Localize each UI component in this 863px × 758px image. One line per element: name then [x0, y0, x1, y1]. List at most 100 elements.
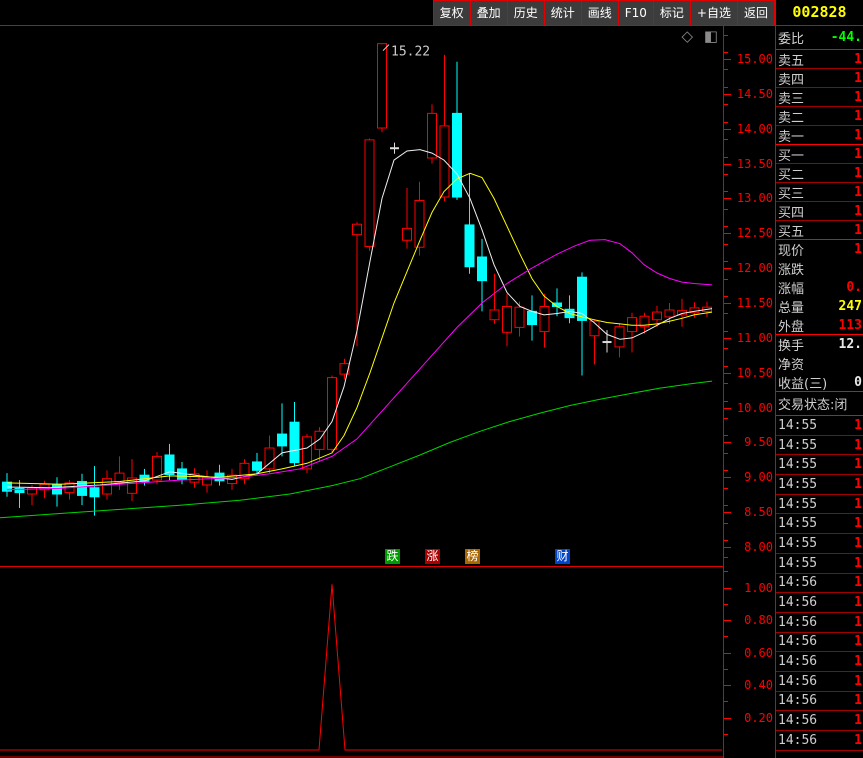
axis-tick — [724, 302, 731, 304]
tick-price: 1 — [854, 575, 862, 591]
axis-tick — [724, 278, 728, 280]
axis-tick — [724, 330, 728, 332]
bid-row-3-label: 买三 — [778, 186, 805, 202]
axis-tick — [724, 139, 728, 141]
tick-row: 14:56 1 — [776, 613, 863, 633]
toolbar-button-2[interactable]: 叠加 — [471, 1, 508, 25]
bid-row-5-value: 1 — [854, 222, 862, 238]
indicator-chart[interactable] — [0, 567, 723, 758]
toolbar-button-1[interactable]: 复权 — [434, 1, 471, 25]
axis-tick — [724, 540, 728, 542]
axis-tick — [724, 636, 728, 638]
axis-tick — [724, 505, 728, 507]
axis-tick-label: 10.50 — [736, 365, 773, 380]
axis-tick — [724, 435, 728, 437]
ask-row-5[interactable]: 卖五 1 — [776, 50, 863, 69]
axis-tick-label: 13.00 — [736, 191, 773, 206]
tick-price: 1 — [854, 732, 862, 748]
axis-tick — [724, 93, 731, 95]
diamond-icon[interactable]: ◇ — [681, 27, 693, 45]
tick-price: 1 — [854, 654, 862, 670]
volume-row: 总量 247 — [776, 297, 863, 316]
bid-row-3-value: 1 — [854, 184, 862, 200]
ask-row-2-value: 1 — [854, 108, 862, 124]
axis-tick — [724, 603, 728, 605]
axis-tick-label: 12.50 — [736, 226, 773, 241]
axis-tick — [724, 198, 731, 200]
content: 15.22 ◇ ◧ 跌 涨 榜 财 15.00 14.50 14.00 13.50 13.00… — [0, 26, 863, 758]
axis-tick — [724, 372, 731, 374]
axis-tick — [724, 587, 731, 589]
stock-code: 002828 — [775, 0, 863, 25]
turnover-row-label: 换手 — [778, 339, 805, 354]
tag-跌[interactable]: 跌 — [385, 549, 400, 564]
tick-time: 14:55 — [778, 437, 818, 453]
main-chart[interactable]: 15.22 ◇ ◧ 跌 涨 榜 财 — [0, 26, 723, 567]
tick-row: 14:56 1 — [776, 711, 863, 731]
tick-time: 14:55 — [778, 417, 818, 433]
axis-tick-label: 13.50 — [736, 156, 773, 171]
axis-tick — [724, 337, 731, 339]
axis-tick-label: 14.00 — [736, 121, 773, 136]
tag-财[interactable]: 财 — [555, 549, 570, 564]
ask-row-2-label: 卖二 — [778, 110, 805, 126]
axis-tick — [724, 685, 731, 686]
axis-tick — [724, 717, 731, 719]
change-row: 涨跌 — [776, 259, 863, 278]
outer-vol-row-label: 外盘 — [778, 319, 805, 335]
axis-tick — [724, 546, 731, 548]
tick-time: 14:56 — [778, 634, 818, 650]
chart-column: 15.22 ◇ ◧ 跌 涨 榜 财 — [0, 26, 723, 758]
axis-tick-label: 8.50 — [744, 505, 773, 520]
axis-tick — [724, 156, 728, 158]
toolbar-button-4[interactable]: 统计 — [545, 1, 582, 25]
axis-tick — [724, 313, 728, 315]
toolbar-button-9[interactable]: 返回 — [738, 1, 775, 25]
toolbar-button-5[interactable]: 画线 — [582, 1, 619, 25]
change-pct-row: 涨幅 0. — [776, 278, 863, 297]
split-view-icon[interactable]: ◧ — [704, 27, 718, 45]
axis-tick-label: 0.20 — [744, 710, 773, 725]
tick-time: 14:55 — [778, 535, 818, 551]
axis-tick — [724, 522, 728, 524]
ask-row-3-label: 卖三 — [778, 91, 805, 107]
bid-row-4[interactable]: 买四 1 — [776, 202, 863, 221]
axis-tick-label: 12.00 — [736, 261, 773, 276]
tick-price: 1 — [854, 555, 862, 571]
tick-time: 14:56 — [778, 595, 818, 611]
ask-row-4[interactable]: 卖四 1 — [776, 69, 863, 88]
change-pct-row-label: 涨幅 — [778, 282, 805, 297]
tick-time: 14:55 — [778, 496, 818, 512]
toolbar-button-7[interactable]: 标记 — [654, 1, 691, 25]
bid-row-1[interactable]: 买一 1 — [776, 145, 863, 164]
trade-status-label: 交易状态:闭 — [778, 398, 848, 413]
axis-tick — [724, 365, 728, 367]
bid-row-5-label: 买五 — [778, 224, 805, 240]
axis-tick-label: 0.60 — [744, 645, 773, 660]
axis-tick — [724, 121, 728, 123]
bid-row-3[interactable]: 买三 1 — [776, 183, 863, 202]
toolbar-button-8[interactable]: +自选 — [691, 1, 738, 25]
top-bar: 复权 叠加 历史 统计 画线 F10 标记 +自选 返回 002828 — [0, 0, 863, 26]
tag-榜[interactable]: 榜 — [465, 549, 480, 564]
bid-row-5[interactable]: 买五 1 — [776, 221, 863, 240]
ask-row-2[interactable]: 卖二 1 — [776, 107, 863, 126]
svg-text:15.22: 15.22 — [391, 45, 430, 60]
ask-row-3[interactable]: 卖三 1 — [776, 88, 863, 107]
axis-tick-label: 1.00 — [744, 580, 773, 595]
toolbar-button-6[interactable]: F10 — [619, 1, 654, 25]
toolbar-button-3[interactable]: 历史 — [508, 1, 545, 25]
tick-row: 14:55 1 — [776, 416, 863, 436]
axis-tick — [724, 383, 728, 385]
axis-tick — [724, 163, 731, 165]
tick-price: 1 — [854, 535, 862, 551]
tag-涨[interactable]: 涨 — [425, 549, 440, 564]
tick-row: 14:56 1 — [776, 672, 863, 692]
ask-row-1[interactable]: 卖一 1 — [776, 126, 863, 145]
tick-row: 14:55 1 — [776, 514, 863, 535]
bid-row-2[interactable]: 买二 1 — [776, 164, 863, 183]
axis-tick — [724, 557, 728, 559]
axis-tick — [724, 34, 728, 36]
tick-time: 14:55 — [778, 476, 818, 492]
axis-tick — [724, 620, 731, 621]
